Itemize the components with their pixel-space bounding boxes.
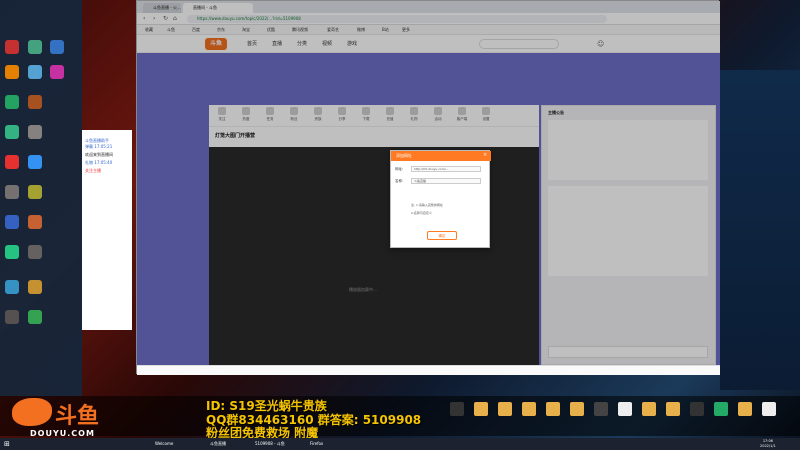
note-line: 2.名称可自定义 [411,211,432,215]
log-line: 欢迎来到直播间 [85,152,113,157]
douyu-logo-domain: DOUYU.COM [30,429,95,438]
folder-icon[interactable] [522,402,536,416]
confirm-button[interactable]: 确定 [427,231,457,240]
douyu-fish-logo [12,398,52,426]
taskbar-item[interactable]: Firefox [300,439,323,449]
folder-icon[interactable] [474,402,488,416]
start-icon[interactable]: ⊞ [4,439,10,449]
clock-date: 2022/1/1 [760,444,776,448]
url-label: 网址: [395,167,404,171]
app-icon[interactable] [5,40,19,54]
browser-status-bar [137,365,720,375]
name-field[interactable]: 斗鱼直播 [411,178,481,184]
app-icon[interactable] [5,185,19,199]
desktop-app-icon[interactable] [714,402,728,416]
taskbar-item[interactable]: Welcome [145,439,173,449]
name-label: 名称: [395,179,404,183]
log-line: 弹幕 17:05:21 [85,144,113,149]
desktop-icon-column [0,0,82,396]
close-icon[interactable]: × [483,152,487,158]
desktop-app-icon[interactable] [690,402,704,416]
dialog-title: 添加网址 [391,151,491,161]
app-icon[interactable] [5,310,19,324]
app-icon[interactable] [28,125,42,139]
note-line: 注: 1.请输入完整的网址 [411,203,443,207]
app-icon[interactable] [28,310,42,324]
app-icon[interactable] [28,40,42,54]
desktop-app-icon[interactable] [594,402,608,416]
app-icon[interactable] [5,245,19,259]
app-icon[interactable] [28,245,42,259]
folder-icon[interactable] [666,402,680,416]
file-icon[interactable] [618,402,632,416]
app-icon[interactable] [50,65,64,79]
app-icon[interactable] [5,280,19,294]
log-line: 礼物 17:05:40 [85,160,113,165]
app-icon[interactable] [5,65,19,79]
add-url-dialog: 添加网址 × 网址: http://h5.douyu.com/... 名称: 斗… [390,150,491,248]
app-icon[interactable] [28,95,42,109]
chat-log-panel: 斗鱼直播助手 弹幕 17:05:21 欢迎来到直播间 礼物 17:05:40 关… [82,130,132,330]
taskbar-item[interactable]: 斗鱼直播 [200,439,226,449]
app-icon[interactable] [28,155,42,169]
browser-window: 斗鱼直播 - 火... 直播间 - 斗鱼 ‹ › ↻ ⌂ https://www… [136,0,720,375]
app-icon[interactable] [28,65,42,79]
app-icon[interactable] [5,155,19,169]
app-icon[interactable] [28,280,42,294]
app-icon[interactable] [50,40,64,54]
douyu-logo-text: 斗鱼 [55,404,100,429]
app-icon[interactable] [28,215,42,229]
app-icon[interactable] [5,215,19,229]
folder-icon[interactable] [570,402,584,416]
app-icon[interactable] [28,185,42,199]
folder-icon[interactable] [642,402,656,416]
folder-icon[interactable] [546,402,560,416]
folder-icon[interactable] [498,402,512,416]
app-icon[interactable] [5,125,19,139]
desktop-right-area [720,70,800,390]
desktop-app-icon[interactable] [450,402,464,416]
app-icon[interactable] [5,95,19,109]
log-line: 关注主播 [85,168,101,173]
folder-icon[interactable] [738,402,752,416]
taskbar-item[interactable]: 5109908 - 斗鱼 [245,439,285,449]
taskbar-clock: 17:06 2022/1/1 [760,439,776,449]
file-icon[interactable] [762,402,776,416]
taskbar: ⊞ Welcome 斗鱼直播 5109908 - 斗鱼 Firefox [0,438,800,450]
url-field[interactable]: http://h5.douyu.com/... [411,166,481,172]
